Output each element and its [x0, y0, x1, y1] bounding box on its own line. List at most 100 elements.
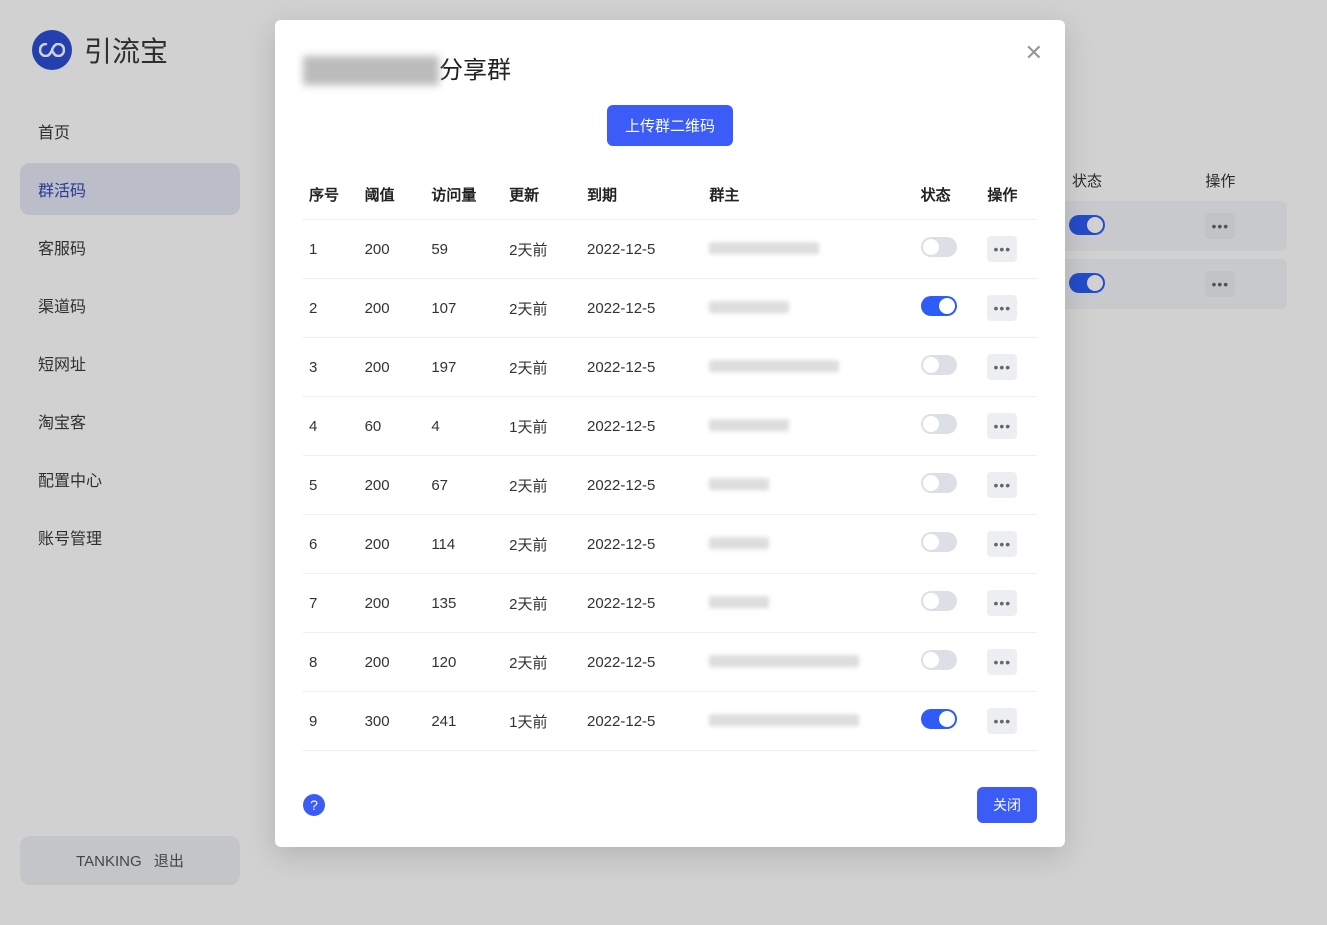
cell-update: 2天前 — [503, 220, 581, 279]
cell-update: 2天前 — [503, 279, 581, 338]
table-row: 32001972天前2022-12-5 ••• — [303, 338, 1037, 397]
cell-index: 2 — [303, 279, 359, 338]
cell-update: 2天前 — [503, 456, 581, 515]
cell-visits: 120 — [425, 633, 503, 692]
ops-button[interactable]: ••• — [987, 236, 1017, 262]
cell-index: 9 — [303, 692, 359, 751]
cell-owner — [703, 397, 914, 456]
cell-status — [915, 397, 982, 456]
cell-threshold: 200 — [359, 220, 426, 279]
cell-update: 2天前 — [503, 633, 581, 692]
cell-threshold: 200 — [359, 456, 426, 515]
table-row: 82001202天前2022-12-5••• — [303, 633, 1037, 692]
cell-owner — [703, 515, 914, 574]
cell-ops: ••• — [981, 220, 1037, 279]
cell-visits: 114 — [425, 515, 503, 574]
cell-threshold: 200 — [359, 338, 426, 397]
cell-expire: 2022-12-5 — [581, 515, 703, 574]
ops-button[interactable]: ••• — [987, 649, 1017, 675]
cell-ops: ••• — [981, 397, 1037, 456]
status-toggle[interactable] — [921, 532, 957, 552]
col-visits: 访问量 — [425, 174, 503, 220]
cell-owner — [703, 279, 914, 338]
close-button[interactable]: 关闭 — [977, 787, 1037, 823]
owner-blurred — [709, 360, 839, 372]
cell-visits: 107 — [425, 279, 503, 338]
cell-update: 2天前 — [503, 515, 581, 574]
cell-visits: 67 — [425, 456, 503, 515]
ops-button[interactable]: ••• — [987, 295, 1017, 321]
cell-expire: 2022-12-5 — [581, 397, 703, 456]
cell-update: 1天前 — [503, 397, 581, 456]
help-icon[interactable]: ? — [303, 794, 325, 816]
cell-visits: 135 — [425, 574, 503, 633]
col-update: 更新 — [503, 174, 581, 220]
ops-button[interactable]: ••• — [987, 590, 1017, 616]
cell-ops: ••• — [981, 279, 1037, 338]
ops-button[interactable]: ••• — [987, 472, 1017, 498]
cell-owner — [703, 633, 914, 692]
cell-expire: 2022-12-5 — [581, 574, 703, 633]
status-toggle[interactable] — [921, 473, 957, 493]
cell-threshold: 200 — [359, 515, 426, 574]
cell-owner — [703, 338, 914, 397]
ops-button[interactable]: ••• — [987, 531, 1017, 557]
table-row: 93002411天前2022-12-5••• — [303, 692, 1037, 751]
status-toggle[interactable] — [921, 591, 957, 611]
status-toggle[interactable] — [921, 237, 957, 257]
cell-owner — [703, 692, 914, 751]
close-icon[interactable]: ✕ — [1025, 42, 1043, 64]
ops-button[interactable]: ••• — [987, 413, 1017, 439]
modal-title-blur: ████████ — [303, 57, 439, 84]
cell-index: 4 — [303, 397, 359, 456]
cell-expire: 2022-12-5 — [581, 456, 703, 515]
cell-update: 2天前 — [503, 338, 581, 397]
cell-expire: 2022-12-5 — [581, 692, 703, 751]
cell-index: 7 — [303, 574, 359, 633]
status-toggle[interactable] — [921, 355, 957, 375]
cell-ops: ••• — [981, 574, 1037, 633]
cell-expire: 2022-12-5 — [581, 279, 703, 338]
cell-ops: ••• — [981, 456, 1037, 515]
table-row: 22001072天前2022-12-5 ••• — [303, 279, 1037, 338]
status-toggle[interactable] — [921, 414, 957, 434]
cell-status — [915, 338, 982, 397]
cell-owner — [703, 574, 914, 633]
cell-ops: ••• — [981, 515, 1037, 574]
cell-threshold: 60 — [359, 397, 426, 456]
cell-visits: 241 — [425, 692, 503, 751]
cell-ops: ••• — [981, 633, 1037, 692]
status-toggle[interactable] — [921, 650, 957, 670]
cell-expire: 2022-12-5 — [581, 338, 703, 397]
owner-blurred — [709, 419, 789, 431]
col-ops: 操作 — [981, 174, 1037, 220]
status-toggle[interactable] — [921, 296, 957, 316]
col-status: 状态 — [915, 174, 982, 220]
group-table-header: 序号 阈值 访问量 更新 到期 群主 状态 操作 — [303, 174, 1037, 220]
table-row: 62001142天前2022-12-5 ••• — [303, 515, 1037, 574]
cell-status — [915, 515, 982, 574]
owner-blurred — [709, 301, 789, 313]
table-row: 1200592天前2022-12-5 ••• — [303, 220, 1037, 279]
cell-index: 6 — [303, 515, 359, 574]
owner-blurred — [709, 537, 769, 549]
cell-visits: 59 — [425, 220, 503, 279]
modal-title: ████████分享群 — [303, 50, 1037, 85]
cell-expire: 2022-12-5 — [581, 633, 703, 692]
table-row: 72001352天前2022-12-5••• — [303, 574, 1037, 633]
cell-index: 3 — [303, 338, 359, 397]
cell-status — [915, 220, 982, 279]
cell-owner — [703, 220, 914, 279]
ops-button[interactable]: ••• — [987, 708, 1017, 734]
upload-qr-button[interactable]: 上传群二维码 — [607, 105, 733, 146]
cell-threshold: 200 — [359, 279, 426, 338]
status-toggle[interactable] — [921, 709, 957, 729]
cell-index: 8 — [303, 633, 359, 692]
cell-ops: ••• — [981, 692, 1037, 751]
cell-update: 1天前 — [503, 692, 581, 751]
cell-expire: 2022-12-5 — [581, 220, 703, 279]
cell-status — [915, 574, 982, 633]
cell-visits: 197 — [425, 338, 503, 397]
cell-index: 1 — [303, 220, 359, 279]
ops-button[interactable]: ••• — [987, 354, 1017, 380]
